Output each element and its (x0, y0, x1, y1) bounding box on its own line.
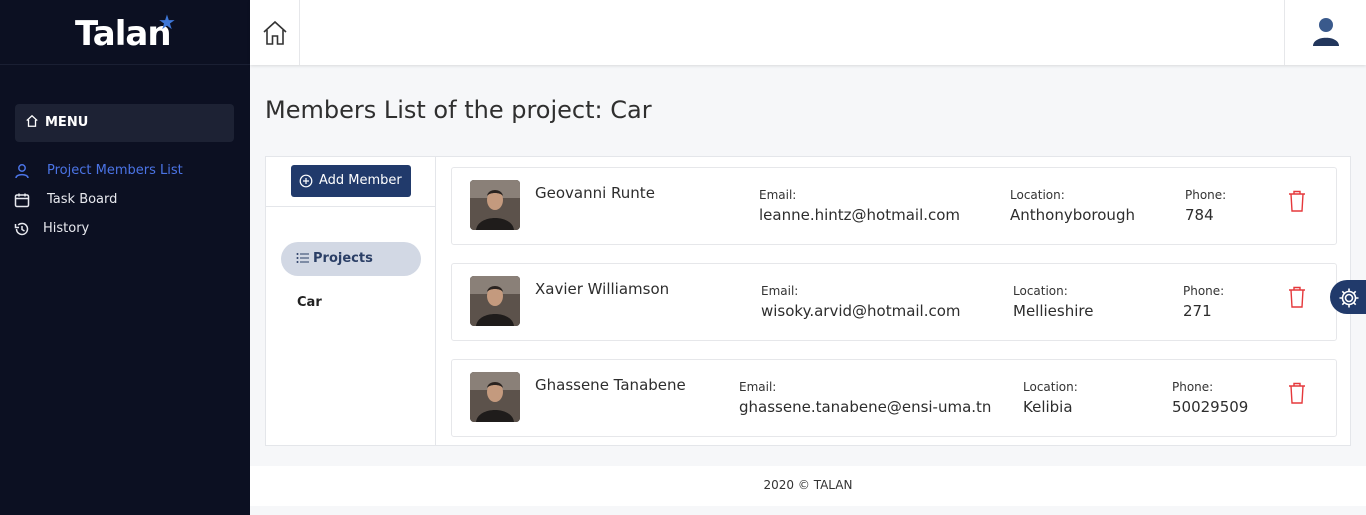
member-photo (470, 180, 520, 230)
member-email: leanne.hintz@hotmail.com (759, 206, 961, 224)
phone-label: Phone: (1172, 380, 1214, 394)
list-icon (296, 253, 309, 263)
email-label: Email: (761, 284, 799, 298)
location-label: Location: (1023, 380, 1078, 394)
location-label: Location: (1013, 284, 1068, 298)
projects-panel: Add Member Projects Car (266, 157, 436, 445)
member-phone: 271 (1183, 302, 1212, 320)
add-member-label: Add Member (319, 173, 402, 188)
project-item-car[interactable]: Car (297, 295, 322, 310)
trash-icon[interactable] (1288, 286, 1306, 308)
page-title: Members List of the project: Car (265, 96, 652, 124)
user-menu[interactable] (1284, 0, 1366, 65)
trash-icon[interactable] (1288, 382, 1306, 404)
member-photo (470, 372, 520, 422)
member-email: wisoky.arvid@hotmail.com (761, 302, 961, 320)
gear-icon (1339, 288, 1359, 308)
divider (266, 206, 435, 207)
member-name: Ghassene Tanabene (535, 376, 686, 394)
sidebar-item-task-board[interactable]: Task Board (14, 189, 234, 211)
member-location: Kelibia (1023, 398, 1073, 416)
home-icon (263, 20, 287, 45)
member-phone: 50029509 (1172, 398, 1249, 416)
email-label: Email: (739, 380, 777, 394)
brand-name: Talan (75, 14, 172, 54)
menu-header[interactable]: MENU (15, 104, 234, 142)
top-header (250, 0, 1366, 65)
sidebar-item-label: Project Members List (47, 163, 183, 178)
location-label: Location: (1010, 188, 1065, 202)
member-email: ghassene.tanabene@ensi-uma.tn (739, 398, 992, 416)
calendar-icon (14, 193, 30, 208)
members-card: Add Member Projects Car Geovanni Runte E… (265, 156, 1351, 446)
star-icon: ★ (158, 10, 176, 34)
sidebar-item-history[interactable]: History (14, 218, 234, 240)
member-row: Geovanni Runte Email: leanne.hintz@hotma… (451, 167, 1337, 245)
member-phone: 784 (1185, 206, 1214, 224)
sidebar-item-project-members[interactable]: Project Members List (14, 160, 234, 182)
member-row: Ghassene Tanabene Email: ghassene.tanabe… (451, 359, 1337, 437)
add-member-button[interactable]: Add Member (291, 165, 411, 197)
footer-text: 2020 © TALAN (763, 478, 853, 492)
footer: 2020 © TALAN (250, 466, 1366, 506)
member-photo (470, 276, 520, 326)
member-location: Anthonyborough (1010, 206, 1135, 224)
sidebar-item-label: Task Board (47, 192, 118, 207)
brand-logo[interactable]: Talan ★ (0, 0, 250, 65)
member-name: Geovanni Runte (535, 184, 655, 202)
home-icon (26, 114, 38, 127)
menu-label: MENU (45, 115, 89, 130)
member-name: Xavier Williamson (535, 280, 670, 298)
sidebar-item-label: History (43, 221, 90, 236)
projects-heading-label: Projects (313, 251, 373, 266)
user-icon (15, 164, 29, 179)
user-avatar-icon (1313, 18, 1339, 46)
home-button[interactable] (250, 0, 300, 65)
member-location: Mellieshire (1013, 302, 1094, 320)
phone-label: Phone: (1185, 188, 1227, 202)
trash-icon[interactable] (1288, 190, 1306, 212)
email-label: Email: (759, 188, 797, 202)
sidebar: Talan ★ MENU Project Members List Task B… (0, 0, 250, 515)
plus-circle-icon (299, 174, 313, 188)
phone-label: Phone: (1183, 284, 1225, 298)
projects-heading[interactable]: Projects (281, 242, 421, 276)
history-icon (14, 222, 29, 236)
member-row: Xavier Williamson Email: wisoky.arvid@ho… (451, 263, 1337, 341)
settings-toggle[interactable] (1330, 280, 1366, 314)
